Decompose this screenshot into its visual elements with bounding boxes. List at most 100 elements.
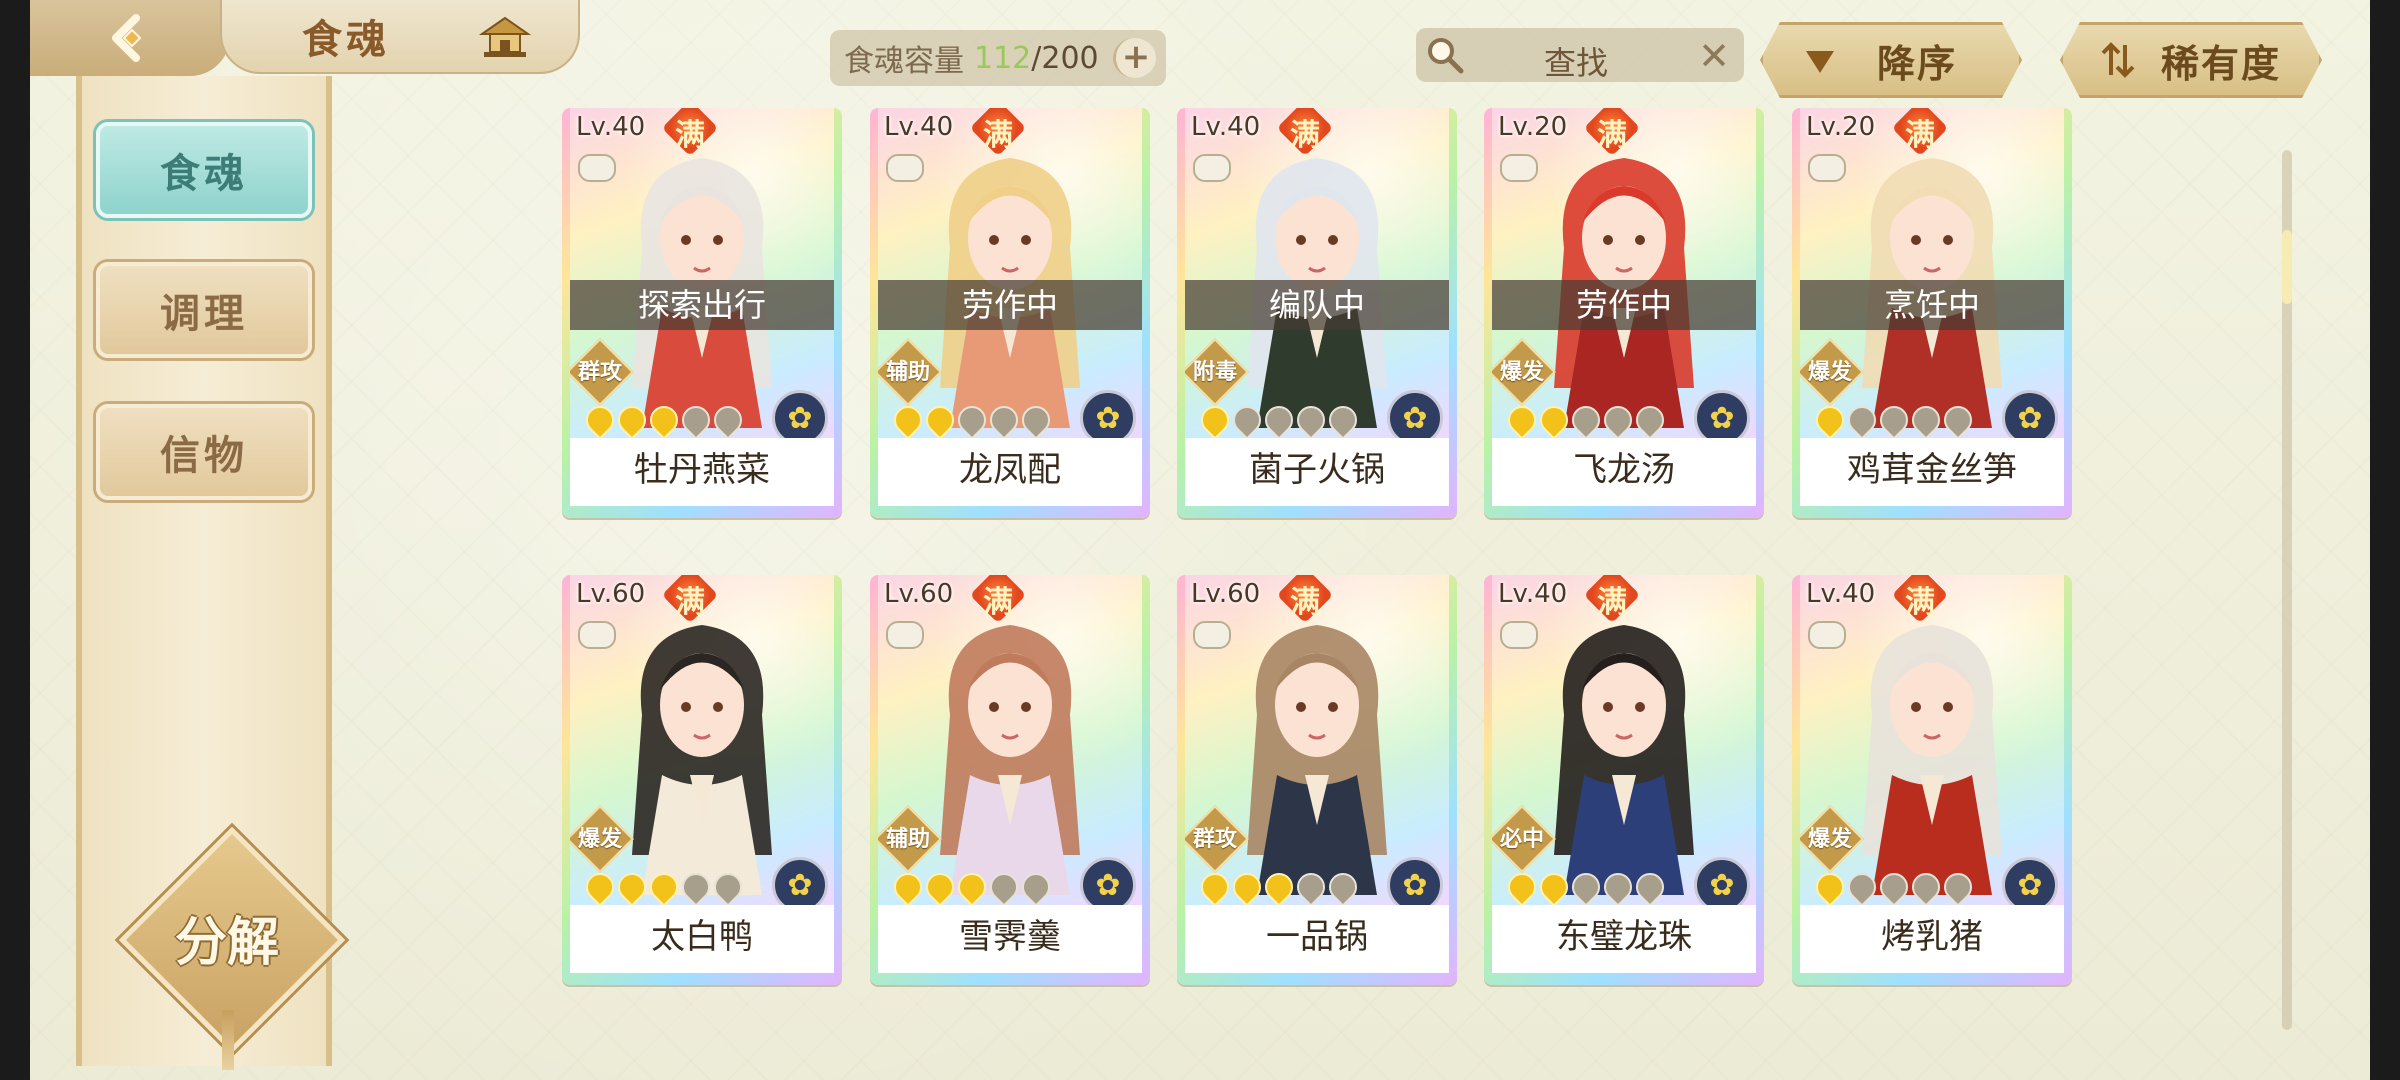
role-badge: 爆发 [1492,338,1556,406]
lock-toggle-icon[interactable] [1500,621,1538,649]
role-label: 爆发 [577,827,622,852]
star-icon [984,400,1024,440]
card-name: 一品锅 [1185,905,1449,969]
capacity-current: 112 [974,40,1032,76]
star-icon [676,400,716,440]
star-icon [1323,867,1363,907]
card-name: 东璧龙珠 [1492,905,1756,969]
level-label: Lv.40 [1498,579,1568,609]
star-icon [1259,867,1299,907]
star-icon [952,400,992,440]
card-name: 鸡茸金丝笋 [1800,438,2064,502]
search-icon [1428,38,1464,74]
home-pavilion-icon[interactable] [478,14,532,62]
decompose-label[interactable]: 分解 [142,900,312,975]
role-badge: 辅助 [878,338,942,406]
lock-toggle-icon[interactable] [578,621,616,649]
star-icon [1566,867,1606,907]
star-icon [1938,867,1978,907]
role-badge: 附毒 [1185,338,1249,406]
food-soul-card[interactable]: Lv.60 满 群攻 ✿ 一品锅 [1177,575,1457,985]
star-icon [1906,867,1946,907]
clear-search-icon[interactable]: ✕ [1698,34,1730,78]
sort-order-button[interactable]: 降序 [1760,22,2022,98]
sort-key-label: 稀有度 [2161,40,2282,86]
search-input[interactable]: 查找 ✕ [1416,28,1744,82]
star-rating [1810,400,1978,440]
capacity-max: /200 [1031,40,1099,76]
star-icon [1195,867,1235,907]
star-icon [1810,867,1850,907]
lock-toggle-icon[interactable] [578,154,616,182]
star-icon [1598,867,1638,907]
star-rating [888,400,1056,440]
sidebar-tab-tokens[interactable]: 信物 [96,404,312,500]
lock-toggle-icon[interactable] [1808,154,1846,182]
star-icon [1323,400,1363,440]
lock-toggle-icon[interactable] [1808,621,1846,649]
full-badge-label: 满 [1597,585,1627,620]
lock-toggle-icon[interactable] [1193,154,1231,182]
sidebar-tab-conditioning[interactable]: 调理 [96,262,312,358]
card-inner: Lv.60 满 辅助 ✿ 雪霁羹 [878,575,1142,973]
star-icon [1938,400,1978,440]
star-icon [984,867,1024,907]
star-rating [888,867,1056,907]
back-arrow-icon [112,14,142,62]
sort-order-label: 降序 [1877,40,1958,86]
star-icon [1534,867,1574,907]
food-soul-card[interactable]: Lv.40 满 爆发 ✿ 烤乳猪 [1792,575,2072,985]
star-icon [1630,400,1670,440]
level-label: Lv.60 [576,579,646,609]
star-icon [644,400,684,440]
food-soul-card[interactable]: Lv.40 满 必中 ✿ 东璧龙珠 [1484,575,1764,985]
food-soul-card[interactable]: Lv.40 满 探索出行 群攻 ✿ 牡丹燕菜 [562,108,842,518]
role-badge: 爆发 [1800,805,1864,873]
full-badge-label: 满 [1290,585,1320,620]
lock-toggle-icon[interactable] [886,154,924,182]
star-icon [1502,400,1542,440]
status-banner: 探索出行 [570,280,834,330]
food-soul-card[interactable]: Lv.20 满 劳作中 爆发 ✿ 飞龙汤 [1484,108,1764,518]
food-soul-card[interactable]: Lv.60 满 爆发 ✿ 太白鸭 [562,575,842,985]
star-icon [1291,867,1331,907]
full-badge-label: 满 [983,585,1013,620]
sort-key-button[interactable]: 稀有度 [2060,22,2322,98]
food-soul-card[interactable]: Lv.20 满 烹饪中 爆发 ✿ 鸡茸金丝笋 [1792,108,2072,518]
lock-toggle-icon[interactable] [1500,154,1538,182]
role-label: 群攻 [577,360,622,385]
card-inner: Lv.40 满 爆发 ✿ 烤乳猪 [1800,575,2064,973]
food-soul-card[interactable]: Lv.60 满 辅助 ✿ 雪霁羹 [870,575,1150,985]
star-icon [612,867,652,907]
search-placeholder: 查找 [1544,44,1609,82]
card-inner: Lv.40 满 劳作中 辅助 ✿ 龙凤配 [878,108,1142,506]
character-figure [1862,625,2002,895]
scrollbar-thumb[interactable] [2282,230,2292,304]
back-button[interactable] [30,0,230,76]
star-icon [612,400,652,440]
full-badge-label: 满 [675,118,705,153]
star-icon [1874,867,1914,907]
level-label: Lv.40 [1806,579,1876,609]
sidebar-tab-label: 信物 [160,432,248,479]
role-label: 必中 [1499,827,1544,852]
add-capacity-button[interactable]: + [1113,38,1156,78]
role-label: 爆发 [1499,360,1544,385]
star-icon [708,400,748,440]
star-icon [1259,400,1299,440]
status-banner: 编队中 [1185,280,1449,330]
card-inner: Lv.40 满 必中 ✿ 东璧龙珠 [1492,575,1756,973]
character-figure [1554,625,1694,895]
star-icon [1810,400,1850,440]
food-soul-card[interactable]: Lv.40 满 编队中 附毒 ✿ 菌子火锅 [1177,108,1457,518]
lock-toggle-icon[interactable] [886,621,924,649]
role-badge: 爆发 [1800,338,1864,406]
role-badge: 爆发 [570,805,634,873]
food-soul-card[interactable]: Lv.40 满 劳作中 辅助 ✿ 龙凤配 [870,108,1150,518]
role-label: 群攻 [1192,827,1237,852]
full-badge-label: 满 [1905,585,1935,620]
lock-toggle-icon[interactable] [1193,621,1231,649]
sidebar-tab-food-souls[interactable]: 食魂 [96,122,312,218]
full-badge-label: 满 [983,118,1013,153]
card-inner: Lv.20 满 劳作中 爆发 ✿ 飞龙汤 [1492,108,1756,506]
